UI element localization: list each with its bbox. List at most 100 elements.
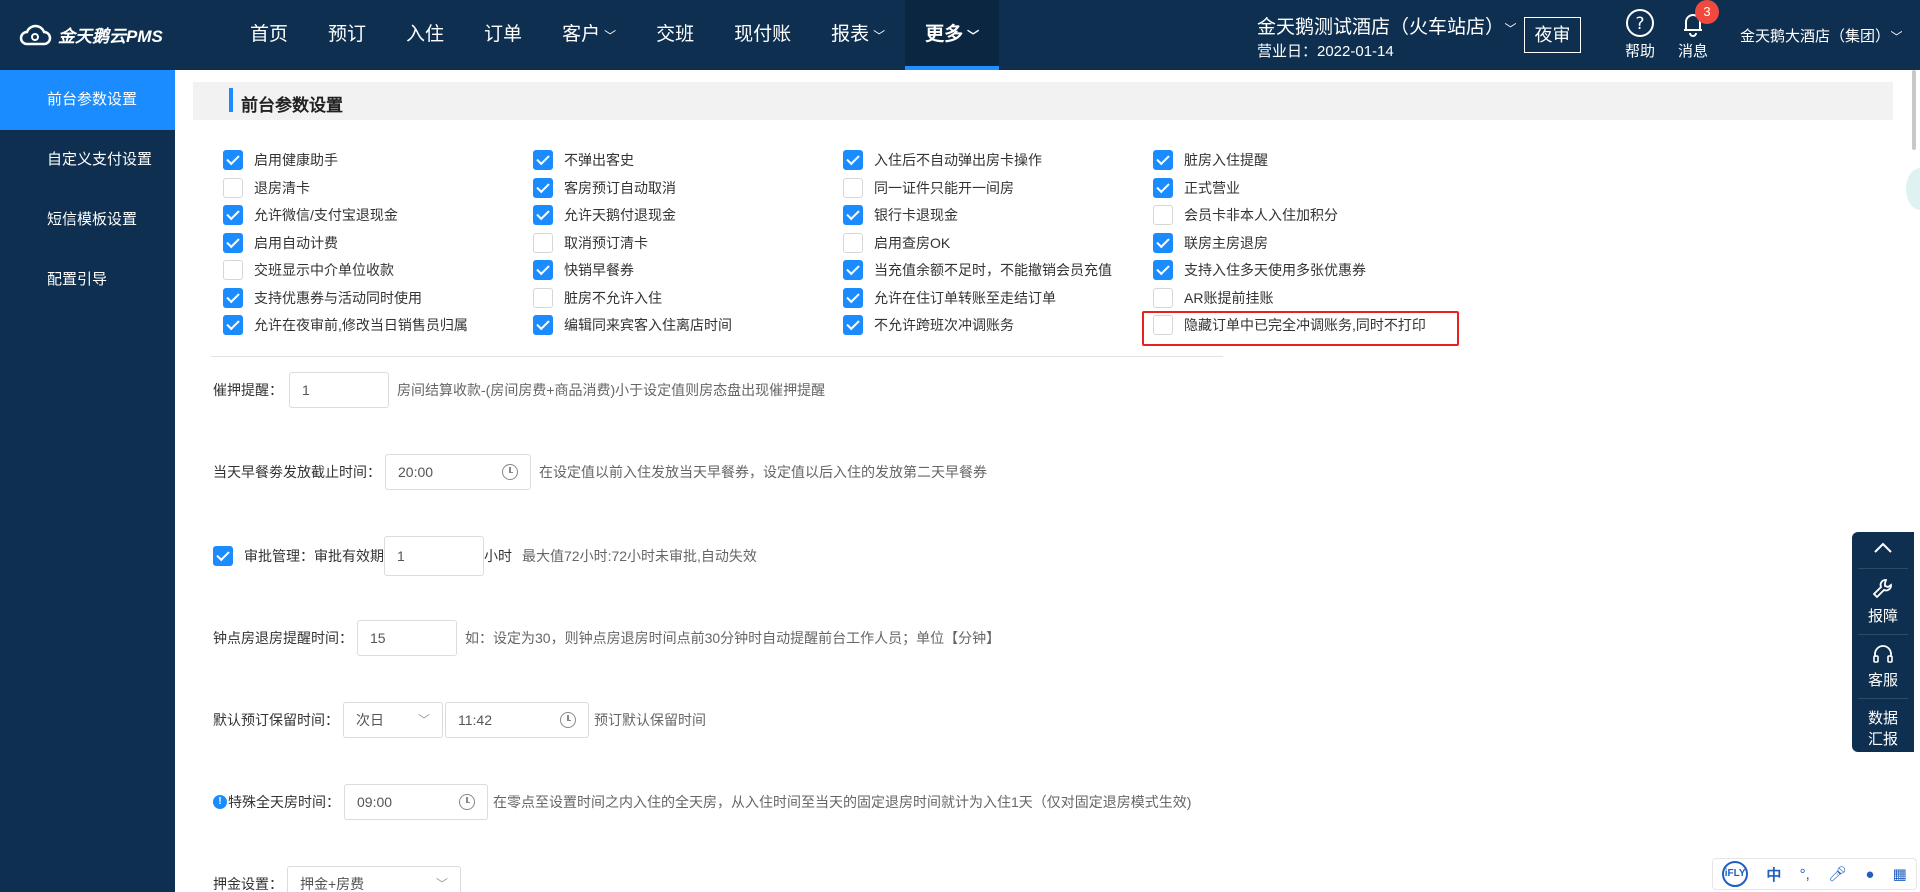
checkbox[interactable] (223, 205, 243, 225)
checkbox[interactable] (1153, 205, 1173, 225)
grid-menu-icon[interactable]: ▦ (1893, 865, 1907, 883)
group-selector[interactable]: 金天鹅大酒店（集团） ﹀ (1740, 25, 1903, 46)
checkbox[interactable] (223, 315, 243, 335)
scrollbar-thumb[interactable] (1912, 70, 1916, 150)
setting-checkbox-item[interactable]: 客房预订自动取消 (533, 177, 676, 198)
nav-cash-account[interactable]: 现付账 (714, 0, 811, 70)
setting-checkbox-item[interactable]: 脏房不允许入住 (533, 287, 662, 308)
checkbox[interactable] (1153, 232, 1173, 253)
setting-checkbox-item[interactable]: 启用自动计费 (223, 232, 338, 253)
reservation-hold-day-select[interactable]: 次日 ﹀ (343, 702, 443, 738)
setting-checkbox-item[interactable]: 编辑同来宾客入住离店时间 (533, 315, 732, 335)
night-audit-button[interactable]: 夜审 (1524, 17, 1581, 53)
deposit-setting-select[interactable]: 押金+房费 ﹀ (287, 866, 461, 892)
checkbox-label: 不弹出客史 (564, 152, 634, 168)
ifly-logo-icon[interactable]: iFLY (1722, 861, 1749, 887)
special-allday-row: ! 特殊全天房时间： 09:00 在零点至设置时间之内入住的全天房，从入住时间至… (213, 784, 1191, 820)
setting-checkbox-item[interactable]: 脏房入住提醒 (1153, 150, 1268, 170)
checkbox[interactable] (223, 150, 243, 170)
scroll-top-button[interactable] (1852, 532, 1914, 560)
setting-checkbox-item[interactable]: 会员卡非本人入住加积分 (1153, 205, 1338, 225)
deposit-reminder-input[interactable]: 1 (289, 372, 389, 408)
setting-checkbox-item[interactable]: 入住后不自动弹出房卡操作 (843, 150, 1042, 170)
setting-checkbox-item[interactable]: 取消预订清卡 (533, 232, 648, 253)
approval-validity-input[interactable]: 1 (384, 536, 484, 576)
data-report-button[interactable]: 数据 汇报 (1852, 707, 1914, 749)
checkbox[interactable] (843, 205, 863, 225)
nav-label: 预订 (328, 24, 367, 45)
sidebar-item-custom-payment[interactable]: 自定义支付设置 (0, 130, 175, 190)
setting-checkbox-item[interactable]: 允许微信/支付宝退现金 (223, 205, 398, 225)
svg-text:?: ? (1635, 14, 1644, 34)
nav-more[interactable]: 更多 ﹀ (905, 0, 1000, 70)
breakfast-cutoff-time-input[interactable]: 20:00 (385, 454, 531, 490)
nav-customers[interactable]: 客户 ﹀ (542, 0, 636, 70)
hourly-checkout-input[interactable]: 15 (357, 620, 457, 656)
punctuation-icon[interactable]: °, (1800, 866, 1810, 883)
checkbox[interactable] (533, 287, 553, 308)
checkbox[interactable] (223, 287, 243, 308)
report-issue-button[interactable]: 报障 (1852, 577, 1914, 626)
sidebar-item-frontdesk-params[interactable]: 前台参数设置 (0, 70, 175, 130)
checkbox[interactable] (843, 232, 863, 253)
checkbox[interactable] (223, 177, 243, 198)
setting-checkbox-item[interactable]: 支持优惠券与活动同时使用 (223, 287, 422, 308)
reservation-hold-time-input[interactable]: 11:42 (445, 702, 589, 738)
nav-orders[interactable]: 订单 (464, 0, 542, 70)
special-allday-time-input[interactable]: 09:00 (344, 784, 488, 820)
checkbox[interactable] (843, 287, 863, 308)
nav-reservation[interactable]: 预订 (308, 0, 386, 70)
setting-checkbox-item[interactable]: 联房主房退房 (1153, 232, 1268, 253)
messages-button[interactable]: 消息 3 (1673, 0, 1719, 61)
setting-checkbox-item[interactable]: 支持入住多天使用多张优惠券 (1153, 260, 1366, 280)
ime-toolbar: iFLY 中 °, 🎤︎ ● ▦ (1712, 858, 1917, 890)
setting-checkbox-item[interactable]: 同一证件只能开一间房 (843, 177, 1014, 198)
setting-checkbox-item[interactable]: 退房清卡 (223, 177, 310, 198)
setting-checkbox-item[interactable]: 不允许跨班次冲调账务 (843, 315, 1014, 335)
hotel-selector[interactable]: 金天鹅测试酒店（火车站店） ﹀ (1257, 12, 1517, 39)
approval-label: 审批管理： (244, 548, 314, 564)
nav-checkin[interactable]: 入住 (386, 0, 464, 70)
approval-checkbox[interactable] (213, 546, 233, 566)
sidebar-item-config-guide[interactable]: 配置引导 (0, 250, 175, 310)
checkbox[interactable] (1153, 177, 1173, 198)
setting-checkbox-item[interactable]: 银行卡退现金 (843, 205, 958, 225)
microphone-icon[interactable]: 🎤︎ (1828, 865, 1847, 883)
checkbox[interactable] (223, 260, 243, 280)
user-icon[interactable]: ● (1865, 866, 1874, 883)
setting-checkbox-item[interactable]: 当充值余额不足时，不能撤销会员充值 (843, 260, 1112, 280)
setting-checkbox-item[interactable]: 允许在夜审前,修改当日销售员归属 (223, 315, 468, 335)
nav-shift[interactable]: 交班 (636, 0, 714, 70)
setting-checkbox-item[interactable]: 允许天鹅付退现金 (533, 205, 676, 225)
checkbox[interactable] (843, 260, 863, 280)
checkbox[interactable] (533, 260, 553, 280)
checkbox[interactable] (843, 150, 863, 170)
checkbox[interactable] (223, 232, 243, 253)
setting-checkbox-item[interactable]: AR账提前挂账 (1153, 287, 1273, 308)
checkbox[interactable] (533, 205, 553, 225)
checkbox[interactable] (533, 232, 553, 253)
setting-checkbox-item[interactable]: 启用健康助手 (223, 150, 338, 170)
setting-checkbox-item[interactable]: 正式营业 (1153, 177, 1240, 198)
checkbox[interactable] (843, 177, 863, 198)
app-logo[interactable]: 金天鹅云PMS (18, 22, 163, 47)
checkbox[interactable] (1153, 287, 1173, 308)
nav-reports[interactable]: 报表 ﹀ (811, 0, 905, 70)
sidebar-item-sms-template[interactable]: 短信模板设置 (0, 190, 175, 250)
setting-checkbox-item[interactable]: 启用查房OK (843, 232, 950, 253)
checkbox[interactable] (843, 315, 863, 335)
divider (1858, 698, 1908, 699)
checkbox[interactable] (1153, 260, 1173, 280)
setting-checkbox-item[interactable]: 快销早餐券 (533, 260, 634, 280)
customer-service-button[interactable]: 客服 (1852, 643, 1914, 690)
setting-checkbox-item[interactable]: 允许在住订单转账至走结订单 (843, 287, 1056, 308)
help-button[interactable]: ? 帮助 (1620, 8, 1660, 61)
checkbox[interactable] (1153, 150, 1173, 170)
checkbox[interactable] (533, 315, 553, 335)
checkbox[interactable] (533, 177, 553, 198)
ime-language-toggle[interactable]: 中 (1766, 864, 1781, 885)
setting-checkbox-item[interactable]: 交班显示中介单位收款 (223, 260, 394, 280)
checkbox[interactable] (533, 150, 553, 170)
nav-home[interactable]: 首页 (230, 0, 308, 70)
setting-checkbox-item[interactable]: 不弹出客史 (533, 150, 634, 170)
